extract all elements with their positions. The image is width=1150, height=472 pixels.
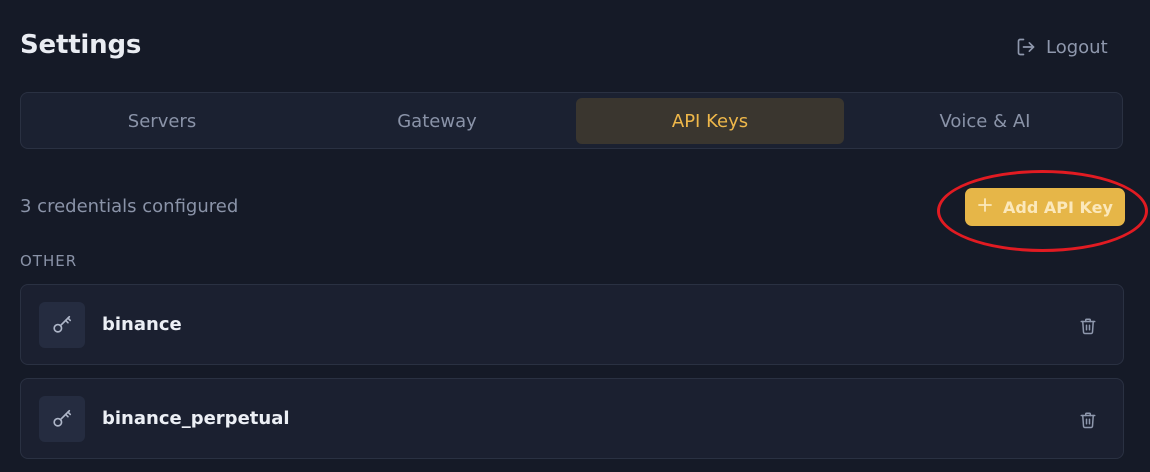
add-api-key-label: Add API Key [1003,197,1113,217]
add-api-key-button[interactable]: Add API Key [965,188,1125,226]
credentials-count: 3 credentials configured [20,196,239,217]
trash-icon[interactable] [1078,409,1098,431]
key-icon [39,396,85,442]
plus-icon [977,197,993,217]
logout-icon [1016,37,1036,57]
tab-servers[interactable]: Servers [27,98,297,144]
settings-tabs: Servers Gateway API Keys Voice & AI [20,92,1123,149]
key-icon [39,302,85,348]
trash-icon[interactable] [1078,315,1098,337]
tab-voice-ai[interactable]: Voice & AI [850,98,1120,144]
tab-api-keys[interactable]: API Keys [576,98,844,144]
api-key-name: binance_perpetual [102,408,290,429]
settings-page: Settings Logout Servers Gateway API Keys… [0,0,1150,472]
logout-button[interactable]: Logout [1016,34,1108,60]
api-key-name: binance [102,314,182,335]
page-title: Settings [20,30,142,60]
section-label-other: OTHER [20,252,78,270]
logout-label: Logout [1046,36,1108,58]
api-key-card: binance [20,284,1124,365]
tab-gateway[interactable]: Gateway [302,98,572,144]
api-key-card: binance_perpetual [20,378,1124,459]
